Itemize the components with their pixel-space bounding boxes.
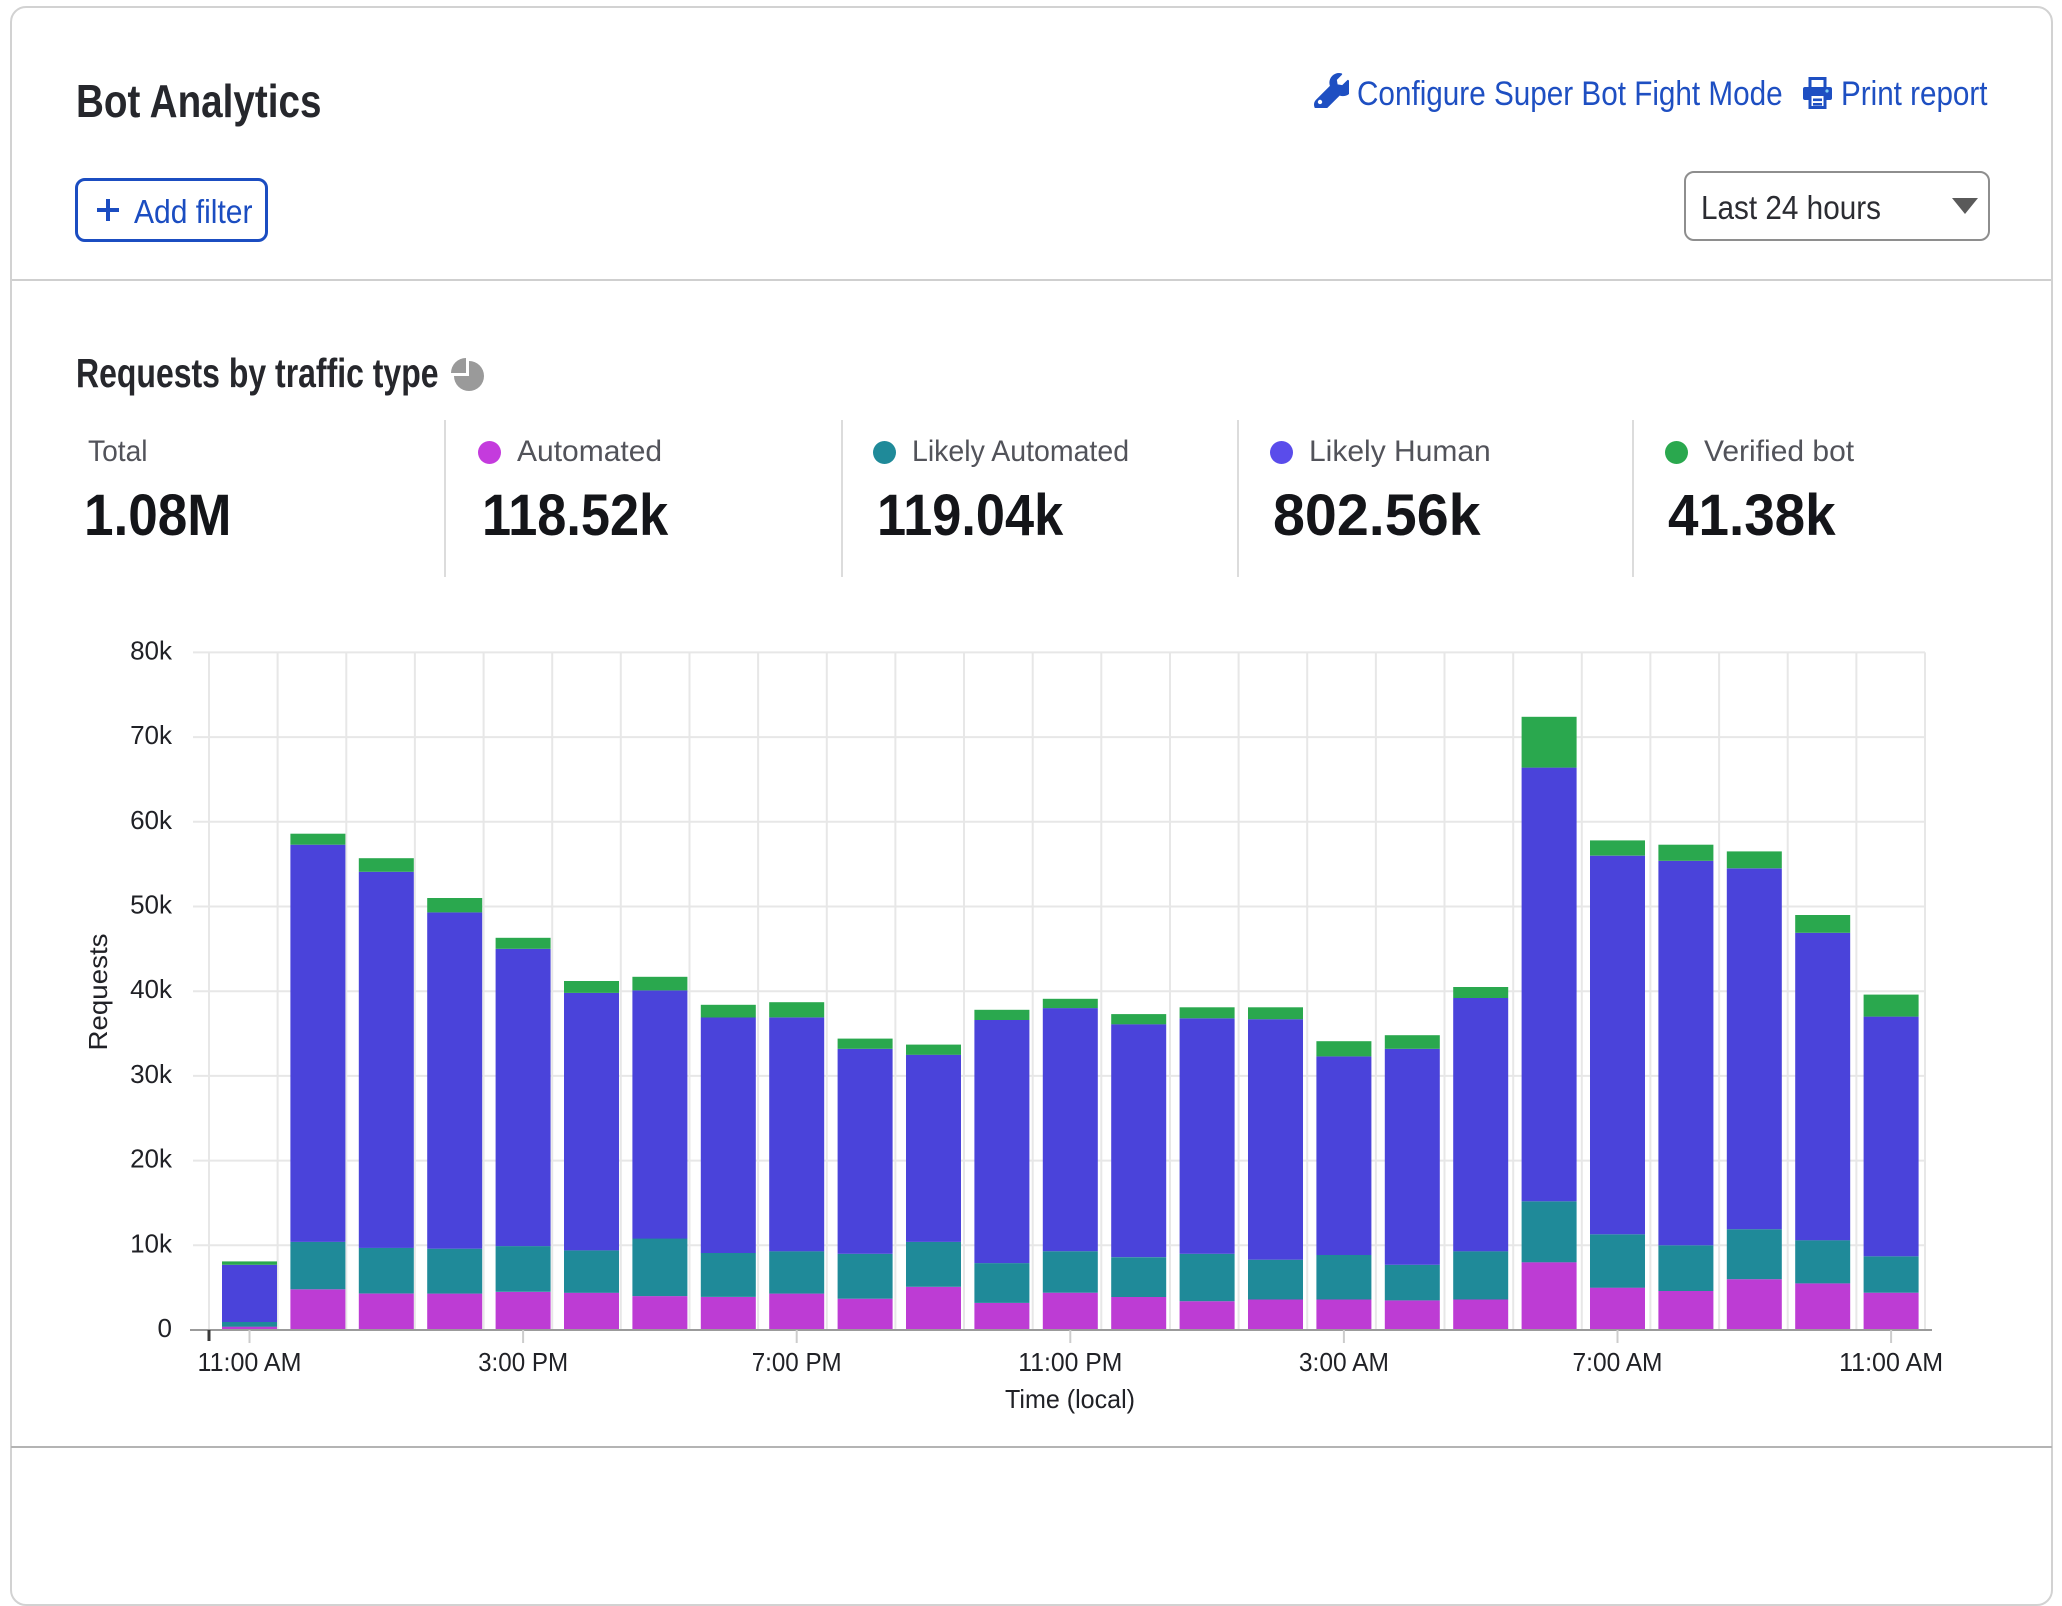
svg-text:Requests: Requests	[83, 934, 113, 1051]
svg-text:11:00 AM: 11:00 AM	[1839, 1347, 1943, 1377]
svg-text:3:00 AM: 3:00 AM	[1299, 1347, 1389, 1377]
svg-text:7:00 PM: 7:00 PM	[752, 1347, 842, 1377]
svg-text:70k: 70k	[130, 720, 173, 750]
svg-text:20k: 20k	[130, 1144, 173, 1174]
svg-text:40k: 40k	[130, 974, 173, 1004]
svg-text:10k: 10k	[130, 1228, 173, 1258]
svg-text:11:00 PM: 11:00 PM	[1018, 1347, 1122, 1377]
svg-text:50k: 50k	[130, 890, 173, 920]
svg-text:7:00 AM: 7:00 AM	[1573, 1347, 1663, 1377]
svg-text:3:00 PM: 3:00 PM	[478, 1347, 568, 1377]
svg-text:30k: 30k	[130, 1059, 173, 1089]
svg-text:0: 0	[158, 1313, 172, 1343]
svg-text:Time (local): Time (local)	[1005, 1384, 1135, 1414]
svg-text:80k: 80k	[130, 635, 173, 665]
svg-text:11:00 AM: 11:00 AM	[198, 1347, 302, 1377]
svg-text:60k: 60k	[130, 805, 173, 835]
